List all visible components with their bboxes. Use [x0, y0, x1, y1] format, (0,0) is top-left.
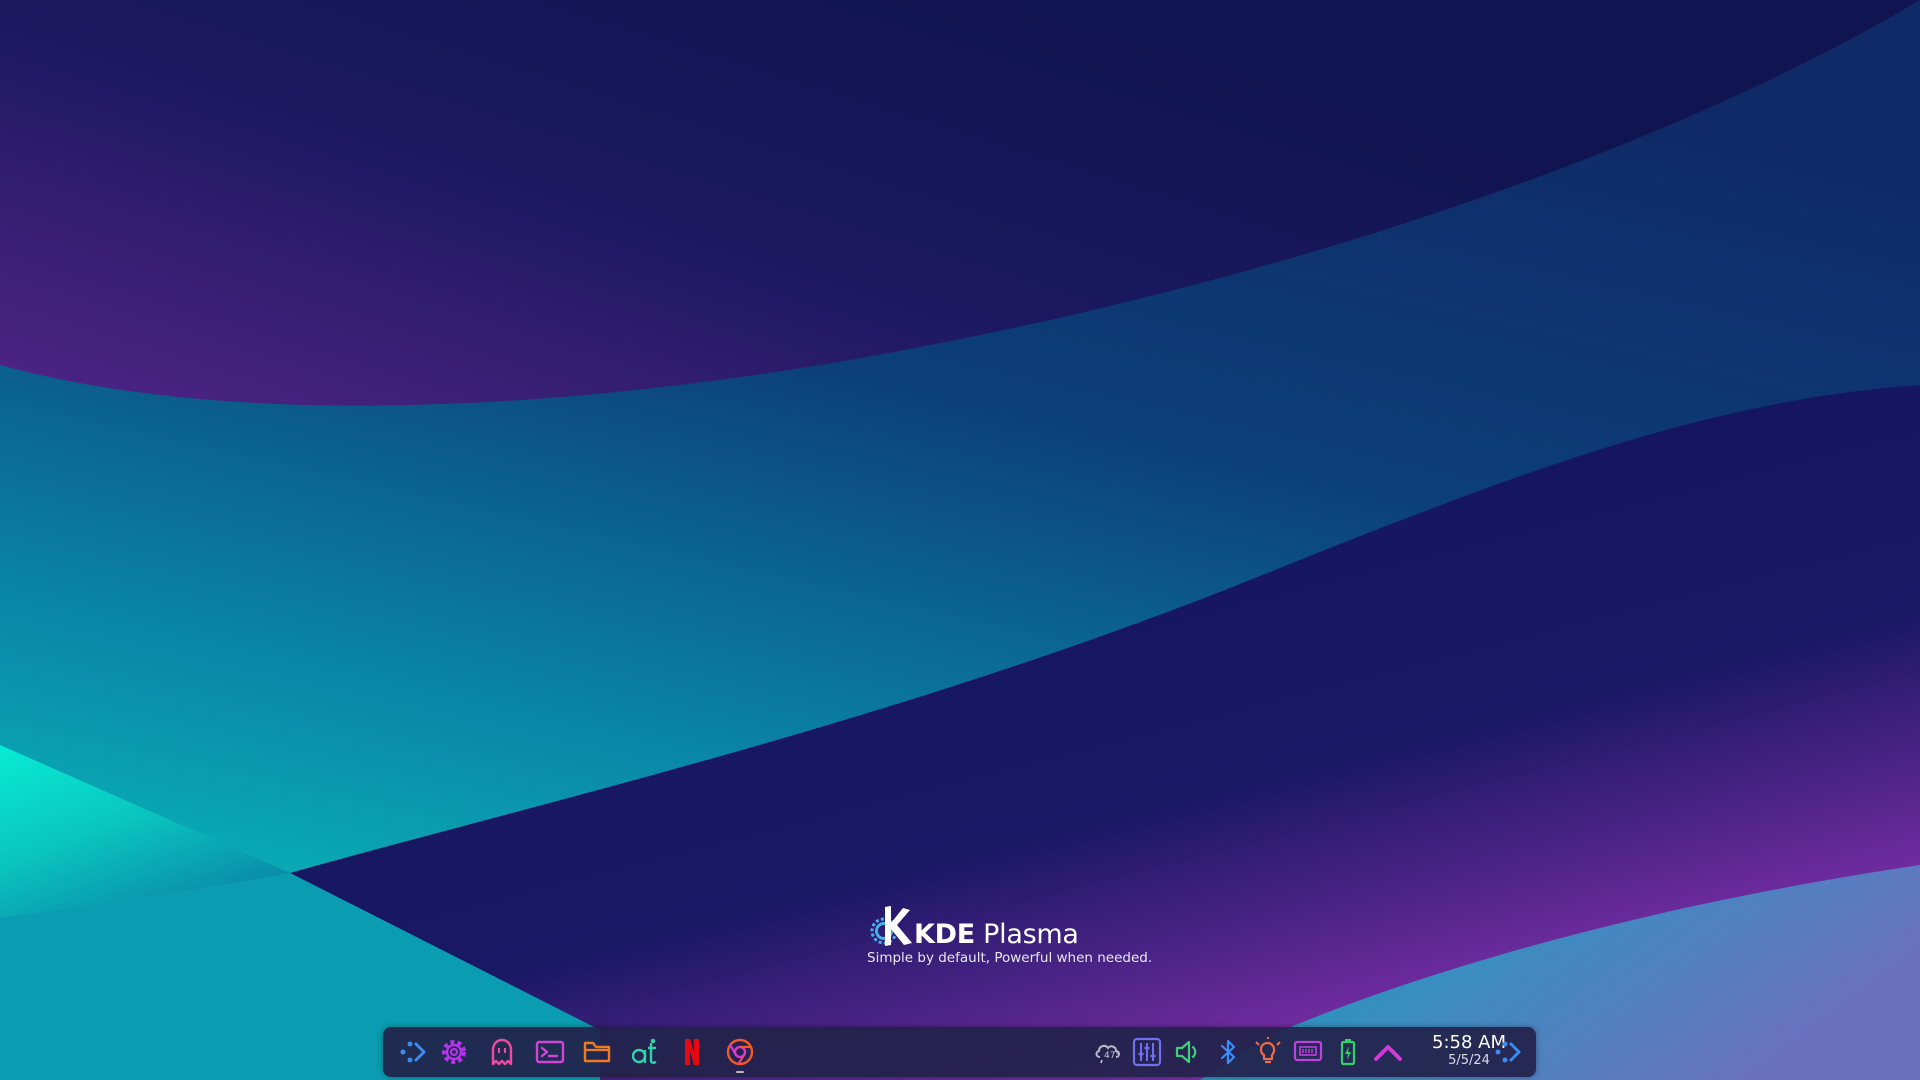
- display-configuration-tray[interactable]: [1291, 1035, 1325, 1069]
- app-launcher-icon: [1495, 1041, 1521, 1063]
- weather-temperature: 47°: [1104, 1051, 1120, 1061]
- monitor-icon: [1293, 1040, 1323, 1062]
- kde-plasma-title: KDE Plasma: [914, 919, 1079, 950]
- bluetooth-tray[interactable]: [1211, 1035, 1245, 1069]
- kde-tagline: Simple by default, Powerful when needed.: [867, 950, 1153, 966]
- bulb-icon: [1255, 1037, 1281, 1064]
- qbittorrent-launcher[interactable]: [628, 1035, 662, 1069]
- terminal-launcher[interactable]: [533, 1035, 567, 1069]
- terminal-icon: [535, 1040, 565, 1064]
- ghost-icon: [491, 1038, 513, 1066]
- battery-tray[interactable]: [1331, 1035, 1365, 1069]
- audio-mixer-tray[interactable]: [1130, 1035, 1164, 1069]
- battery-icon: [1340, 1039, 1356, 1066]
- ghost-app-launcher[interactable]: [485, 1035, 519, 1069]
- volume-tray[interactable]: [1171, 1035, 1205, 1069]
- weather-widget[interactable]: 47°: [1091, 1035, 1125, 1069]
- equalizer-icon: [1132, 1037, 1162, 1067]
- taskbar-panel: 47° 5:58 AM 5/5/24: [383, 1027, 1536, 1077]
- application-launcher-button[interactable]: [395, 1035, 429, 1069]
- chrome-launcher[interactable]: [723, 1035, 757, 1073]
- speaker-icon: [1175, 1040, 1197, 1064]
- night-color-tray[interactable]: [1251, 1035, 1285, 1069]
- netflix-launcher[interactable]: [675, 1035, 709, 1069]
- chrome-icon: [726, 1038, 754, 1066]
- peek-desktop-button[interactable]: [1490, 1035, 1524, 1069]
- gear-icon: [442, 1040, 466, 1064]
- app-launcher-icon: [400, 1041, 426, 1063]
- folder-icon: [583, 1041, 611, 1063]
- qbittorrent-icon: [631, 1038, 657, 1064]
- running-indicator: [736, 1071, 744, 1073]
- system-settings-launcher[interactable]: [437, 1035, 471, 1069]
- file-manager-launcher[interactable]: [580, 1035, 614, 1069]
- show-hidden-icons-button[interactable]: [1371, 1035, 1405, 1069]
- bluetooth-icon: [1220, 1039, 1236, 1065]
- kde-gear-logo-icon: [870, 906, 912, 946]
- kde-plasma-logo: KDE Plasma Simple by default, Powerful w…: [867, 905, 1152, 966]
- chevron-up-icon: [1374, 1045, 1402, 1061]
- netflix-icon: [685, 1039, 699, 1065]
